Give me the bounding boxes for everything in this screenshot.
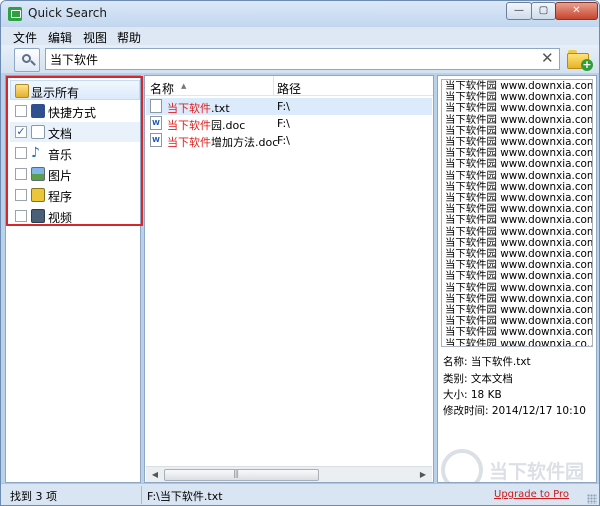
maximize-button[interactable]: ▢: [531, 2, 556, 20]
category-pane: 显示所有 快捷方式 ✓ 文档 ♪ 音乐 图片 程序 视频: [5, 75, 143, 483]
category-frame: 显示所有 快捷方式 ✓ 文档 ♪ 音乐 图片 程序 视频: [6, 76, 143, 226]
preview-line: 当下软件园 www.downxia.com: [445, 102, 593, 115]
window-title: Quick Search: [28, 6, 107, 20]
category-label: 文档: [48, 127, 73, 141]
clear-icon[interactable]: ✕: [541, 50, 554, 66]
menu-bar: 文件 编辑 视图 帮助: [1, 27, 599, 45]
info-modified: 修改时间: 2014/12/17 10:10: [443, 405, 586, 417]
info-name: 名称: 当下软件.txt: [443, 356, 531, 368]
horizontal-scrollbar[interactable]: ◀ ▶: [146, 466, 432, 482]
file-path: F:\: [277, 117, 290, 130]
shortcut-icon: [31, 104, 45, 118]
menu-view[interactable]: 视图: [83, 29, 107, 46]
category-checkbox[interactable]: [15, 189, 27, 201]
category-label: 音乐: [48, 148, 73, 162]
results-header: 名称 ▲ 路径: [145, 76, 433, 96]
info-size: 大小: 18 KB: [443, 389, 502, 401]
file-path: F:\: [277, 100, 290, 113]
title-bar[interactable]: Quick Search — ▢ ✕: [1, 1, 599, 27]
file-name: 当下软件.txt: [167, 102, 230, 115]
category-document[interactable]: ✓ 文档: [10, 122, 140, 142]
category-all[interactable]: 显示所有: [10, 80, 140, 100]
menu-edit[interactable]: 编辑: [48, 29, 72, 46]
category-label: 快捷方式: [48, 106, 97, 120]
category-music[interactable]: ♪ 音乐: [10, 143, 140, 163]
preview-line: 当下软件园 www.downxia.com: [445, 270, 593, 283]
category-label: 图片: [48, 169, 73, 183]
category-checkbox[interactable]: [15, 147, 27, 159]
file-name: 当下软件园.doc: [167, 119, 246, 132]
category-video[interactable]: 视频: [10, 206, 140, 226]
close-button[interactable]: ✕: [555, 2, 598, 20]
add-folder-icon[interactable]: +: [567, 48, 593, 71]
resize-grip[interactable]: [587, 494, 597, 504]
text-file-icon: [150, 99, 162, 113]
category-checkbox-checked[interactable]: ✓: [15, 126, 27, 138]
document-icon: [31, 125, 45, 139]
preview-line: 当下软件园 www.downxia.com: [445, 158, 593, 171]
search-input[interactable]: [45, 48, 560, 70]
column-name-header[interactable]: 名称: [150, 80, 174, 97]
music-icon: ♪: [31, 145, 40, 161]
category-program[interactable]: 程序: [10, 185, 140, 205]
preview-pane: 当下软件园 www.downxia.com 当下软件园 www.downxia.…: [437, 75, 597, 483]
category-label: 显示所有: [31, 86, 80, 100]
result-row[interactable]: W 当下软件园.doc F:\: [146, 115, 432, 132]
minimize-button[interactable]: —: [506, 2, 532, 20]
upgrade-link[interactable]: Upgrade to Pro: [494, 489, 569, 500]
category-checkbox[interactable]: [15, 105, 27, 117]
search-button[interactable]: [14, 48, 40, 72]
category-label: 程序: [48, 190, 73, 204]
folder-icon: [15, 84, 29, 98]
category-checkbox[interactable]: [15, 168, 27, 180]
file-preview[interactable]: 当下软件园 www.downxia.com 当下软件园 www.downxia.…: [441, 79, 593, 347]
result-row[interactable]: W 当下软件增加方法.doc F:\: [146, 132, 432, 149]
menu-help[interactable]: 帮助: [117, 29, 141, 46]
video-icon: [31, 209, 45, 223]
category-shortcut[interactable]: 快捷方式: [10, 101, 140, 121]
category-picture[interactable]: 图片: [10, 164, 140, 184]
scroll-right-icon[interactable]: ▶: [416, 469, 430, 481]
info-type: 类别: 文本文档: [443, 373, 513, 385]
sort-ascending-icon: ▲: [181, 82, 187, 90]
preview-line: 当下软件园 www.downxia.com: [445, 326, 593, 339]
search-bar: ✕ +: [1, 45, 599, 73]
app-window: Quick Search — ▢ ✕ 文件 编辑 视图 帮助 ✕ + 显示所有: [0, 0, 600, 506]
file-name: 当下软件增加方法.doc: [167, 136, 279, 149]
result-row[interactable]: 当下软件.txt F:\: [146, 98, 432, 115]
word-file-icon: W: [150, 116, 162, 130]
preview-line: 当下软件园 www.downxia.co...: [445, 337, 593, 347]
menu-file[interactable]: 文件: [13, 29, 37, 46]
program-icon: [31, 188, 45, 202]
results-pane: 名称 ▲ 路径 当下软件.txt F:\ W 当下软件园.doc F:\ W 当…: [144, 75, 434, 483]
preview-line: 当下软件园 www.downxia.com: [445, 214, 593, 227]
category-checkbox[interactable]: [15, 210, 27, 222]
status-path: F:\当下软件.txt: [147, 490, 223, 503]
column-path-header[interactable]: 路径: [277, 80, 301, 97]
status-count: 找到 3 项: [10, 490, 57, 503]
category-label: 视频: [48, 211, 73, 225]
word-file-icon: W: [150, 133, 162, 147]
status-bar: 找到 3 项 F:\当下软件.txt Upgrade to Pro: [1, 483, 599, 505]
file-path: F:\: [277, 134, 290, 147]
picture-icon: [31, 167, 45, 181]
scrollbar-thumb[interactable]: [164, 469, 319, 481]
app-icon: [8, 7, 22, 21]
scroll-left-icon[interactable]: ◀: [148, 469, 162, 481]
